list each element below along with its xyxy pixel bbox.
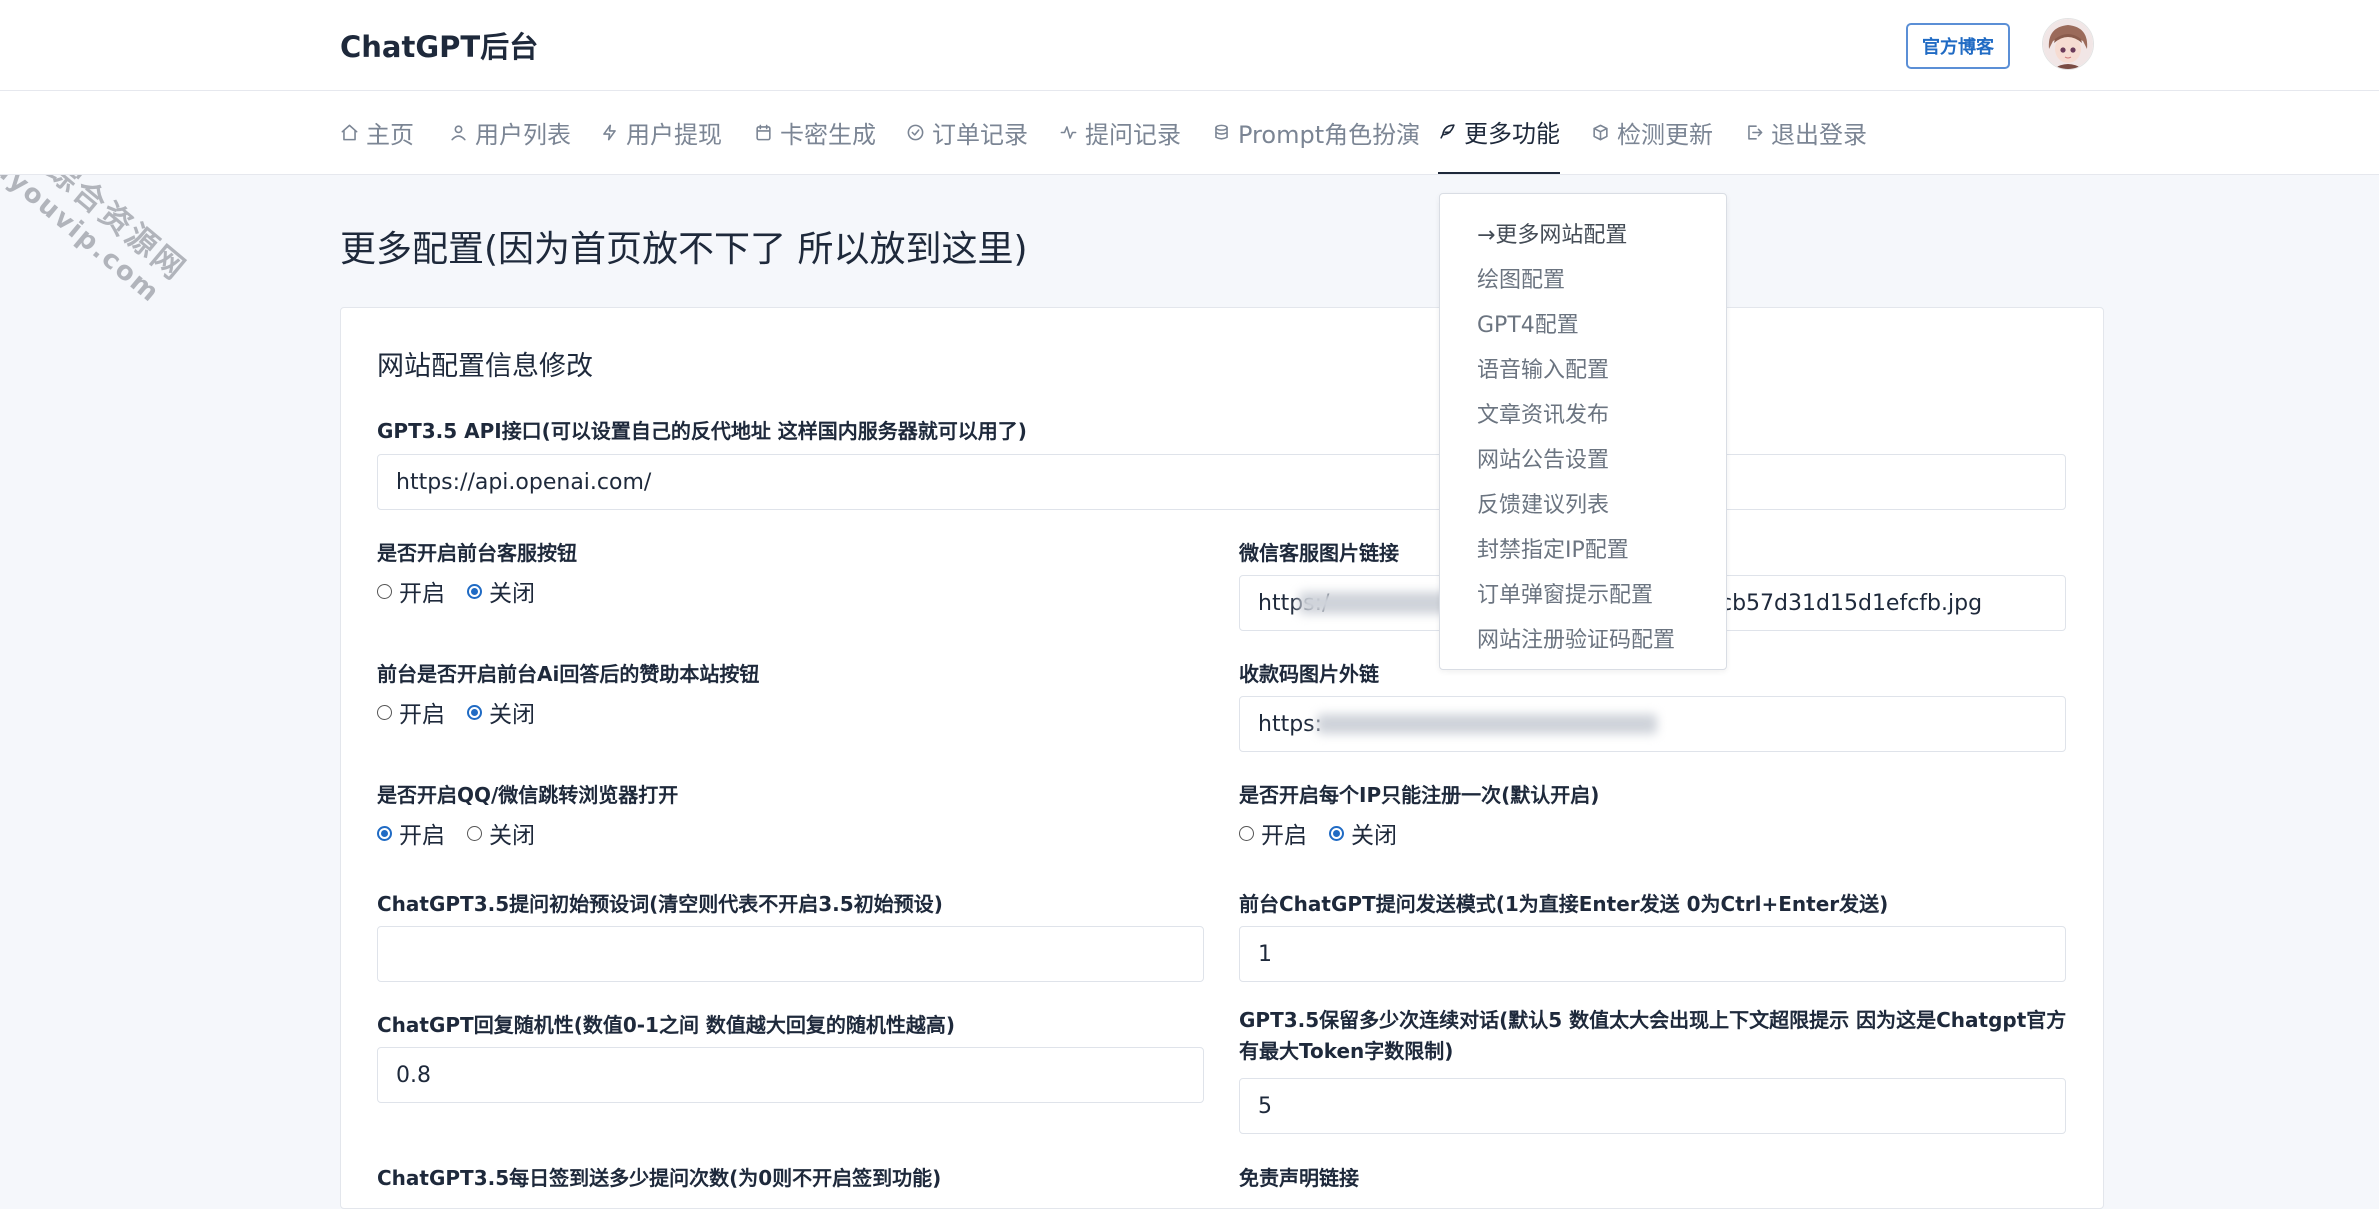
send-mode-label: 前台ChatGPT提问发送模式(1为直接Enter发送 0为Ctrl+Enter… <box>1239 892 1889 916</box>
radio-label: 关闭 <box>489 823 535 849</box>
nav-item-card-keys[interactable]: 卡密生成 <box>754 91 876 174</box>
pay-image-label: 收款码图片外链 <box>1239 662 1379 686</box>
card-title: 网站配置信息修改 <box>377 351 593 382</box>
send-mode-value: 1 <box>1258 941 1272 967</box>
redacted-blur <box>1299 592 1459 614</box>
bolt-icon <box>603 124 616 141</box>
dropdown-item-captcha-config[interactable]: 网站注册验证码配置 <box>1477 622 1675 654</box>
user-icon <box>451 125 466 141</box>
radio-label: 开启 <box>399 702 445 728</box>
check-circle-icon <box>907 124 924 141</box>
wechat-image-label: 微信客服图片链接 <box>1239 541 1399 565</box>
nav-item-more-features[interactable]: 更多功能 <box>1438 91 1560 174</box>
preset-input[interactable] <box>377 926 1204 982</box>
service-button-on-radio[interactable]: 开启 <box>377 574 445 608</box>
api-input[interactable]: https://api.openai.com/ <box>377 454 2066 510</box>
praise-button-label: 前台是否开启前台Ai回答后的赞助本站按钮 <box>377 662 760 686</box>
disclaimer-label: 免责声明链接 <box>1239 1166 1359 1190</box>
context-input[interactable]: 5 <box>1239 1078 2066 1134</box>
send-mode-input[interactable]: 1 <box>1239 926 2066 982</box>
nav-label: 提问记录 <box>1085 121 1181 149</box>
activity-icon <box>1060 126 1077 139</box>
home-icon <box>341 124 358 141</box>
redacted-blur <box>1317 714 1657 734</box>
avatar-image <box>2043 19 2093 69</box>
nav-item-user-list[interactable]: 用户列表 <box>449 91 571 174</box>
ip-once-on-radio[interactable]: 开启 <box>1239 816 1307 850</box>
dropdown-item-article-publish[interactable]: 文章资讯发布 <box>1477 397 1609 429</box>
qq-redirect-off-radio[interactable]: 关闭 <box>467 816 535 850</box>
nav-label: 卡密生成 <box>780 121 876 149</box>
radio-label: 关闭 <box>489 581 535 607</box>
dropdown-item-voice-input-config[interactable]: 语音输入配置 <box>1477 352 1609 384</box>
qq-redirect-on-radio[interactable]: 开启 <box>377 816 445 850</box>
calendar-icon <box>756 124 771 141</box>
praise-button-radio-group: 开启 关闭 <box>377 695 557 729</box>
api-label: GPT3.5 API接口(可以设置自己的反代地址 这样国内服务器就可以用了) <box>377 419 1027 443</box>
radio-label: 关闭 <box>1351 823 1397 849</box>
top-header: ChatGPT后台 官方博客 <box>0 0 2379 91</box>
temperature-input[interactable]: 0.8 <box>377 1047 1204 1103</box>
dropdown-item-ip-ban-config[interactable]: 封禁指定IP配置 <box>1477 532 1629 564</box>
qq-redirect-label: 是否开启QQ/微信跳转浏览器打开 <box>377 783 679 807</box>
ip-once-radio-group: 开启 关闭 <box>1239 816 1419 850</box>
official-blog-button[interactable]: 官方博客 <box>1906 23 2010 69</box>
service-button-radio-group: 开启 关闭 <box>377 574 557 608</box>
api-value: https://api.openai.com/ <box>396 469 652 495</box>
feather-icon <box>1440 124 1455 139</box>
nav-label: 用户列表 <box>475 121 571 149</box>
main-nav: 主页 用户列表 用户提现 卡密生成 订单记录 提问记录 Prompt角色扮演 更… <box>0 91 2379 175</box>
signin-label: ChatGPT3.5每日签到送多少提问次数(为0则不开启签到功能) <box>377 1166 942 1190</box>
radio-label: 开启 <box>399 823 445 849</box>
ip-once-off-radio[interactable]: 关闭 <box>1329 816 1397 850</box>
nav-item-check-update[interactable]: 检测更新 <box>1591 91 1713 174</box>
nav-label: 检测更新 <box>1617 121 1713 149</box>
radio-label: 开启 <box>1261 823 1307 849</box>
dropdown-item-announcement-settings[interactable]: 网站公告设置 <box>1477 442 1609 474</box>
dropdown-item-more-site-config[interactable]: →更多网站配置 <box>1477 217 1627 249</box>
ip-once-label: 是否开启每个IP只能注册一次(默认开启) <box>1239 783 1600 807</box>
box-icon <box>1593 124 1608 141</box>
dropdown-item-feedback-list[interactable]: 反馈建议列表 <box>1477 487 1609 519</box>
logout-icon <box>1748 125 1763 140</box>
praise-button-on-radio[interactable]: 开启 <box>377 695 445 729</box>
nav-item-orders[interactable]: 订单记录 <box>906 91 1028 174</box>
nav-label: Prompt角色扮演 <box>1238 121 1421 149</box>
service-button-off-radio[interactable]: 关闭 <box>467 574 535 608</box>
qq-redirect-radio-group: 开启 关闭 <box>377 816 557 850</box>
nav-item-prompt-roles[interactable]: Prompt角色扮演 <box>1212 91 1420 174</box>
nav-label: 退出登录 <box>1771 121 1867 149</box>
nav-label: 主页 <box>366 121 414 149</box>
nav-label: 更多功能 <box>1464 120 1560 148</box>
pay-image-prefix: https: <box>1258 711 1323 737</box>
temperature-label: ChatGPT回复随机性(数值0-1之间 数值越大回复的随机性越高) <box>377 1013 956 1037</box>
preset-label: ChatGPT3.5提问初始预设词(清空则代表不开启3.5初始预设) <box>377 892 943 916</box>
page-title: 更多配置(因为首页放不下了 所以放到这里) <box>340 229 1028 270</box>
context-label: GPT3.5保留多少次连续对话(默认5 数值太大会出现上下文超限提示 因为这是C… <box>1239 1008 2067 1063</box>
nav-item-questions[interactable]: 提问记录 <box>1059 91 1181 174</box>
avatar[interactable] <box>2042 18 2094 70</box>
nav-label: 用户提现 <box>626 121 722 149</box>
dropdown-item-drawing-config[interactable]: 绘图配置 <box>1477 262 1565 294</box>
praise-button-off-radio[interactable]: 关闭 <box>467 695 535 729</box>
nav-label: 订单记录 <box>932 121 1028 149</box>
context-value: 5 <box>1258 1093 1272 1119</box>
radio-label: 关闭 <box>489 702 535 728</box>
nav-item-home[interactable]: 主页 <box>340 91 414 174</box>
brand-title[interactable]: ChatGPT后台 <box>340 24 538 66</box>
dropdown-item-order-popup-config[interactable]: 订单弹窗提示配置 <box>1477 577 1653 609</box>
wechat-image-suffix: cb57d31d15d1efcfb.jpg <box>1720 591 1983 616</box>
nav-item-withdraw[interactable]: 用户提现 <box>600 91 722 174</box>
dropdown-item-gpt4-config[interactable]: GPT4配置 <box>1477 307 1579 339</box>
config-card: 网站配置信息修改 GPT3.5 API接口(可以设置自己的反代地址 这样国内服务… <box>340 307 2104 1209</box>
more-features-dropdown: →更多网站配置 绘图配置 GPT4配置 语音输入配置 文章资讯发布 网站公告设置… <box>1439 193 1727 670</box>
temperature-value: 0.8 <box>396 1062 431 1088</box>
database-icon <box>1215 124 1228 140</box>
nav-item-logout[interactable]: 退出登录 <box>1745 91 1867 174</box>
service-button-label: 是否开启前台客服按钮 <box>377 541 577 565</box>
radio-label: 开启 <box>399 581 445 607</box>
